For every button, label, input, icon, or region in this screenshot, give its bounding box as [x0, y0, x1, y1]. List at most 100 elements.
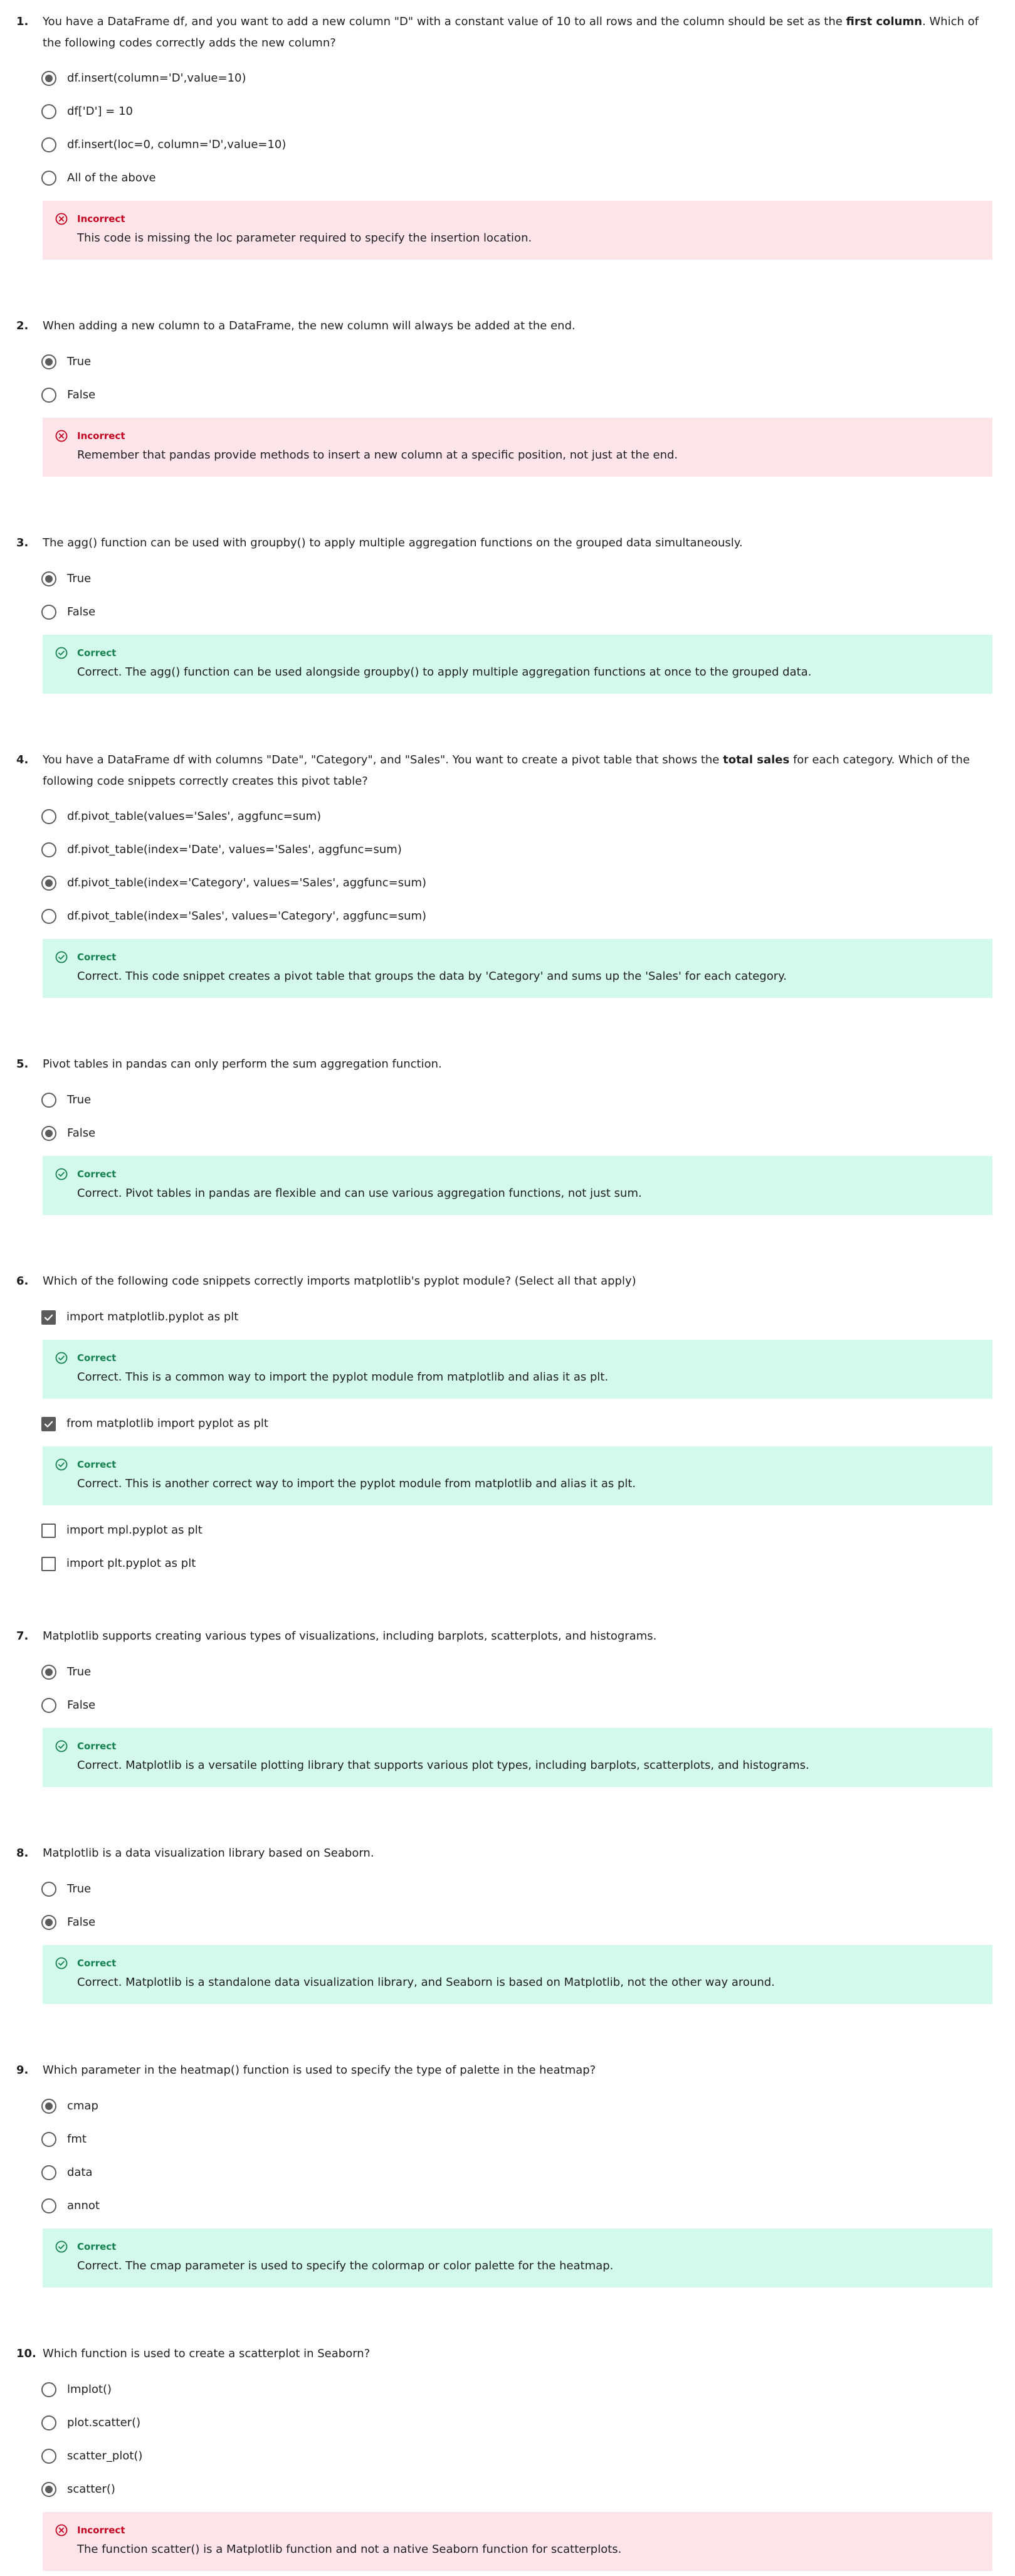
answer-option[interactable]: df.insert(loc=0, column='D',value=10) — [41, 134, 286, 156]
question-number: 10. — [16, 2347, 36, 2360]
radio-button[interactable] — [41, 1093, 56, 1108]
feedback-message: Correct. Pivot tables in pandas are flex… — [77, 1187, 642, 1200]
radio-button-selected[interactable] — [41, 876, 56, 891]
radio-button-selected[interactable] — [41, 2482, 56, 2497]
answer-option-label: lmplot() — [67, 2383, 112, 2396]
answer-option[interactable]: df.insert(column='D',value=10) — [41, 68, 246, 89]
checkbox-checked[interactable] — [41, 1416, 56, 1431]
radio-button[interactable] — [41, 909, 56, 924]
radio-button-selected[interactable] — [41, 1915, 56, 1930]
answer-option[interactable]: import mpl.pyplot as plt — [41, 1520, 202, 1541]
answer-option-label: True — [67, 1093, 92, 1106]
question-text: Which parameter in the heatmap() functio… — [43, 2064, 596, 2077]
radio-button[interactable] — [41, 137, 56, 152]
radio-button[interactable] — [41, 2198, 56, 2213]
question-number: 6. — [16, 1275, 29, 1288]
answer-option-label: df.pivot_table(values='Sales', aggfunc=s… — [67, 810, 322, 823]
checkbox[interactable] — [41, 1523, 56, 1538]
answer-option-label: import plt.pyplot as plt — [66, 1557, 196, 1570]
radio-button[interactable] — [41, 2132, 56, 2147]
radio-button-selected[interactable] — [41, 2099, 56, 2114]
radio-button[interactable] — [41, 171, 56, 186]
answer-option[interactable]: scatter_plot() — [41, 2446, 142, 2467]
radio-button[interactable] — [41, 2382, 56, 2397]
answer-option[interactable]: True — [41, 1089, 91, 1111]
answer-option-label: from matplotlib import pyplot as plt — [66, 1417, 268, 1430]
answer-option[interactable]: df.pivot_table(index='Category', values=… — [41, 872, 426, 894]
question-number: 7. — [16, 1630, 29, 1643]
answer-option-label: False — [67, 1916, 96, 1929]
answer-option[interactable]: All of the above — [41, 167, 156, 189]
feedback-status: Correct — [77, 951, 117, 963]
answer-option[interactable]: True — [41, 568, 91, 590]
answer-option[interactable]: fmt — [41, 2129, 87, 2150]
radio-button-selected[interactable] — [41, 1126, 56, 1141]
checkmark-icon — [44, 1421, 53, 1428]
radio-button[interactable] — [41, 2165, 56, 2180]
radio-button[interactable] — [41, 842, 56, 857]
answer-option-label: True — [67, 1665, 92, 1678]
radio-button-selected[interactable] — [41, 354, 56, 369]
radio-button[interactable] — [41, 2415, 56, 2430]
answer-option[interactable]: True — [41, 351, 91, 373]
answer-option-label: All of the above — [67, 171, 156, 184]
answer-option-label: True — [67, 1882, 92, 1895]
feedback-incorrect: Incorrect This code is missing the loc p… — [43, 201, 992, 260]
radio-button-selected[interactable] — [41, 571, 56, 586]
answer-option[interactable]: False — [41, 1695, 95, 1716]
radio-button-selected[interactable] — [41, 1665, 56, 1680]
answer-option[interactable]: df.pivot_table(index='Date', values='Sal… — [41, 839, 402, 861]
answer-option[interactable]: lmplot() — [41, 2379, 112, 2400]
feedback-message: Correct. This code snippet creates a piv… — [77, 970, 787, 983]
feedback-message: Correct. The agg() function can be used … — [77, 665, 812, 679]
answer-option[interactable]: False — [41, 602, 95, 623]
question-number: 4. — [16, 753, 29, 766]
answer-option[interactable]: True — [41, 1662, 91, 1683]
answer-option[interactable]: False — [41, 1123, 95, 1144]
radio-button[interactable] — [41, 388, 56, 403]
feedback-correct: Correct Correct. The cmap parameter is u… — [43, 2229, 992, 2287]
check-circle-icon — [55, 1352, 68, 1364]
answer-option[interactable]: plot.scatter() — [41, 2412, 140, 2434]
answer-option-label: df.insert(loc=0, column='D',value=10) — [67, 138, 287, 151]
checkbox-checked[interactable] — [41, 1310, 56, 1325]
answer-option-label: plot.scatter() — [67, 2416, 141, 2429]
answer-option-label: df.pivot_table(index='Sales', values='Ca… — [67, 909, 427, 923]
answer-option[interactable]: False — [41, 384, 95, 406]
question-number: 5. — [16, 1057, 29, 1071]
answer-option-label: import mpl.pyplot as plt — [66, 1524, 202, 1537]
answer-option[interactable]: df.pivot_table(values='Sales', aggfunc=s… — [41, 806, 321, 827]
answer-option-label: annot — [67, 2199, 100, 2212]
answer-option[interactable]: scatter() — [41, 2479, 115, 2500]
answer-option[interactable]: data — [41, 2162, 93, 2183]
feedback-message: This code is missing the loc parameter r… — [77, 231, 532, 245]
question-number: 1. — [16, 15, 29, 28]
radio-button-selected[interactable] — [41, 71, 56, 86]
feedback-correct: Correct Correct. This is another correct… — [43, 1446, 992, 1505]
radio-button[interactable] — [41, 2449, 56, 2464]
radio-button[interactable] — [41, 809, 56, 824]
x-circle-icon — [55, 430, 68, 442]
question-text: Matplotlib is a data visualization libra… — [43, 1847, 374, 1860]
answer-option[interactable]: False — [41, 1912, 95, 1933]
radio-button[interactable] — [41, 104, 56, 119]
answer-option[interactable]: annot — [41, 2195, 100, 2217]
feedback-status: Incorrect — [77, 430, 125, 442]
answer-option-label: True — [67, 572, 92, 585]
answer-option[interactable]: True — [41, 1879, 91, 1900]
feedback-message: Remember that pandas provide methods to … — [77, 448, 678, 462]
x-circle-icon — [55, 2524, 68, 2536]
answer-option[interactable]: cmap — [41, 2096, 98, 2117]
answer-option[interactable]: df.pivot_table(index='Sales', values='Ca… — [41, 906, 426, 927]
answer-option-label: True — [67, 355, 92, 368]
question-text: The agg() function can be used with grou… — [43, 536, 743, 549]
question-text: Which function is used to create a scatt… — [43, 2347, 371, 2360]
radio-button[interactable] — [41, 1698, 56, 1713]
checkbox[interactable] — [41, 1556, 56, 1571]
answer-option[interactable]: import matplotlib.pyplot as plt — [41, 1307, 238, 1328]
radio-button[interactable] — [41, 1882, 56, 1897]
answer-option[interactable]: from matplotlib import pyplot as plt — [41, 1413, 268, 1434]
answer-option[interactable]: import plt.pyplot as plt — [41, 1553, 196, 1574]
radio-button[interactable] — [41, 605, 56, 620]
answer-option[interactable]: df['D'] = 10 — [41, 101, 133, 122]
